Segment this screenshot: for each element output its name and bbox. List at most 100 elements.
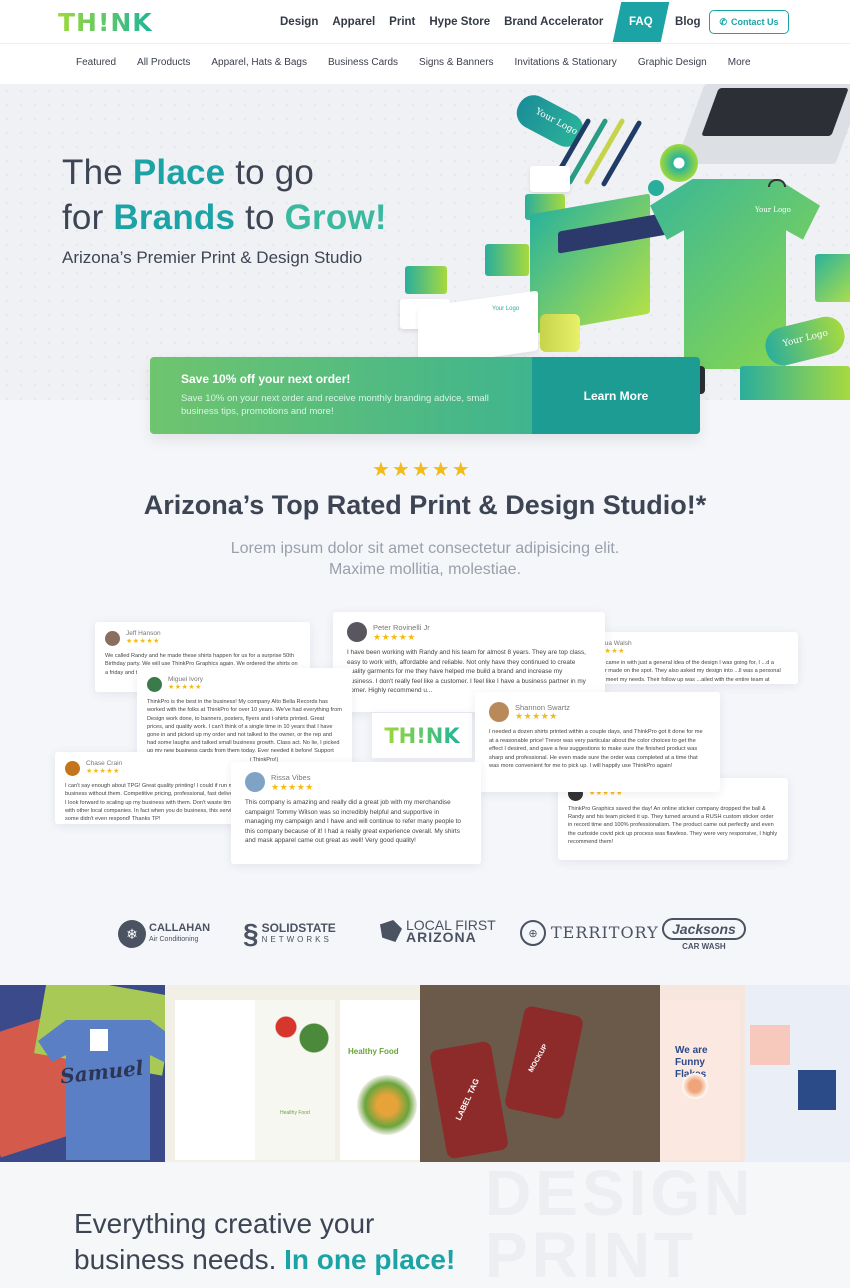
client-logo-territory: ⊕ TERRITORY — [520, 920, 659, 946]
watermark-line: DESIGN — [485, 1162, 755, 1229]
hero-text: to — [235, 198, 285, 237]
business-card — [485, 244, 529, 276]
newsletter-promo-banner: Save 10% off your next order! Save 10% o… — [150, 357, 700, 434]
mug-logo-text: Your Logo — [533, 106, 580, 138]
learn-more-button[interactable]: Learn More — [532, 357, 700, 434]
nav-blog[interactable]: Blog — [675, 16, 701, 28]
review-stars: ★★★★★ — [86, 768, 120, 776]
hero-text: to go — [225, 153, 315, 192]
review-text: This company is amazing and really did a… — [245, 799, 461, 845]
main-nav: Design Apparel Print Hype Store Brand Ac… — [280, 0, 715, 44]
category-nav: Featured All Products Apparel, Hats & Ba… — [0, 44, 850, 84]
review-stars: ★★★★★ — [168, 684, 202, 692]
avatar — [347, 622, 367, 642]
subnav-invitations[interactable]: Invitations & Stationary — [515, 57, 617, 68]
web-card — [750, 1025, 790, 1065]
logo[interactable]: TH!NK — [58, 8, 153, 37]
client-logo-local-first-arizona: LOCAL FIRST ARIZONA — [380, 918, 496, 944]
subnav-graphic-design[interactable]: Graphic Design — [638, 57, 707, 68]
avatar — [489, 702, 509, 722]
nav-design[interactable]: Design — [280, 16, 318, 28]
review-stars: ★★★★★ — [271, 781, 314, 792]
hanger-hook — [768, 179, 786, 187]
contact-us-label: Contact Us — [731, 17, 779, 27]
reviewer-name: Chase Crain — [86, 760, 123, 767]
cd-disc — [660, 144, 698, 182]
hero-text: for — [62, 198, 114, 237]
globe-icon: ⊕ — [520, 920, 546, 946]
review-brand-logo: TH!NK — [372, 713, 472, 758]
subtitle-line: Maxime mollitia, molestiae. — [328, 561, 522, 578]
section-title: Arizona’s Top Rated Print & Design Studi… — [143, 490, 707, 520]
review-text: I needed a dozen shirts printed within a… — [489, 729, 703, 770]
nav-apparel[interactable]: Apparel — [332, 16, 375, 28]
business-card — [405, 266, 447, 294]
background-watermark: DESIGN PRINT — [485, 1162, 755, 1288]
pen — [600, 119, 643, 188]
hero-highlight-brands: Brands — [113, 198, 236, 237]
food-image — [265, 1005, 335, 1060]
client-name: SOLIDSTATE — [261, 921, 336, 935]
nav-hype-store[interactable]: Hype Store — [429, 16, 490, 28]
review-card: Chase Crain ★★★★★ I can't say enough abou… — [55, 752, 250, 824]
promo-title: Save 10% off your next order! — [181, 372, 351, 386]
client-logo-jacksons: Jacksons CAR WASH — [662, 918, 746, 951]
client-name: CALLAHAN — [149, 922, 211, 934]
gallery-brochure[interactable]: Healthy Food Healthy Food — [165, 985, 425, 1162]
headline-line: Everything creative your — [74, 1208, 375, 1239]
label-tag — [503, 1004, 585, 1121]
arizona-map-icon — [380, 920, 402, 942]
creative-section: DESIGN PRINT Everything creative your bu… — [0, 1162, 850, 1288]
nav-faq[interactable]: FAQ — [613, 2, 670, 42]
nav-faq-label: FAQ — [629, 16, 654, 28]
notebook-shape — [740, 366, 850, 400]
watermark-line: PRINT — [485, 1219, 697, 1288]
subnav-signs-banners[interactable]: Signs & Banners — [419, 57, 494, 68]
subnav-featured[interactable]: Featured — [76, 57, 116, 68]
cup-shape — [540, 314, 580, 352]
branding-mockup-image: Your Logo Your Logo Your Logo Your Logo — [400, 84, 850, 400]
hero-subtitle: Arizona’s Premier Print & Design Studio — [62, 248, 363, 267]
hero-highlight-place: Place — [132, 153, 226, 192]
web-card — [798, 1070, 836, 1110]
client-logo-solidstate: § SOLIDSTATE NETWORKS — [243, 918, 336, 950]
reviewer-name: Miguel Ivory — [168, 676, 204, 683]
subnav-all-products[interactable]: All Products — [137, 57, 190, 68]
gallery-label-tags[interactable]: LABEL TAG MOCKUP — [420, 985, 665, 1162]
client-sub: Air Conditioning — [149, 936, 199, 943]
client-sub: NETWORKS — [261, 935, 332, 944]
avatar — [147, 676, 162, 692]
review-text: ThinkPro Graphics saved the day! An onli… — [568, 806, 778, 845]
clothing-tag — [90, 1029, 108, 1051]
reviewer-name: Jeff Hanson — [126, 630, 161, 637]
nav-brand-accelerator[interactable]: Brand Accelerator — [504, 16, 603, 28]
creative-headline: Everything creative your business needs.… — [74, 1206, 455, 1278]
subtitle-line: Lorem ipsum dolor sit amet consectetur a… — [230, 540, 620, 557]
brochure-small-title: Healthy Food — [280, 1110, 310, 1116]
avatar — [105, 630, 120, 646]
review-stars: ★★★★★ — [515, 711, 558, 722]
section-subtitle: Lorem ipsum dolor sit amet consectetur a… — [0, 538, 850, 580]
review-text: I have been working with Randy and his t… — [347, 649, 586, 695]
brochure-panel — [175, 1000, 255, 1160]
client-sub: CAR WASH — [682, 942, 726, 951]
brochure-title: Healthy Food — [348, 1047, 399, 1056]
gallery-web-design[interactable]: We are Funny Flakes — [660, 985, 850, 1162]
avatar — [65, 760, 80, 776]
contact-us-button[interactable]: ✆ Contact Us — [709, 10, 789, 34]
badge-button — [648, 180, 664, 196]
review-stars: ★★★★★ — [126, 638, 160, 646]
subnav-more[interactable]: More — [728, 57, 751, 68]
snowflake-icon: ❄ — [118, 920, 146, 948]
nav-print[interactable]: Print — [389, 16, 415, 28]
cereal-bowl-image — [682, 1073, 708, 1099]
subnav-business-cards[interactable]: Business Cards — [328, 57, 398, 68]
review-stars: ★★★★★ — [373, 631, 416, 642]
headline-highlight: In one place! — [284, 1244, 456, 1275]
tshirt-logo-text: Your Logo — [755, 206, 791, 214]
subnav-apparel-hats-bags[interactable]: Apparel, Hats & Bags — [211, 57, 307, 68]
avatar — [245, 772, 265, 792]
client-name: TERRITORY — [551, 923, 659, 942]
notebook-shape — [815, 254, 850, 302]
hero-section: The Place to go for Brands to Grow! Ariz… — [0, 84, 850, 400]
